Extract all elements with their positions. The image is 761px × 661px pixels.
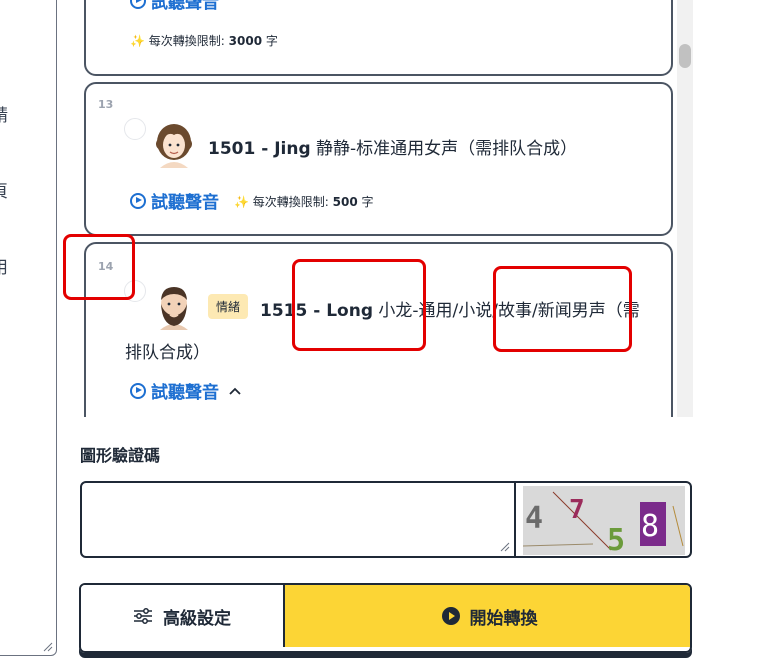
sparkle-icon: ✨	[234, 195, 249, 209]
play-icon	[130, 0, 146, 9]
scrollbar-thumb[interactable]	[679, 44, 691, 68]
resize-handle-icon[interactable]	[43, 642, 53, 652]
annotation-box	[63, 234, 135, 300]
resize-handle-icon[interactable]	[500, 542, 510, 552]
captcha-char: 7	[569, 495, 585, 525]
sparkle-icon: ✨	[130, 34, 145, 48]
voice-title-continued: 排队合成）	[125, 343, 210, 363]
text-fragment: 頁	[0, 177, 8, 202]
annotation-box	[493, 266, 632, 352]
listen-label: 試聽聲音	[151, 0, 219, 13]
voice-card[interactable]: 13 1501 - Jing 静静-标准通用女声（需排队合成） 試聽聲音 ✨ 每…	[84, 82, 673, 236]
play-icon	[441, 607, 460, 625]
captcha-char: 8	[641, 509, 659, 544]
list-bottom-mask	[70, 417, 710, 437]
captcha-label: 圖形驗證碼	[80, 446, 161, 465]
captcha-char: 5	[607, 523, 625, 555]
start-convert-label: 開始轉換	[469, 608, 538, 629]
play-icon	[130, 382, 146, 399]
female-avatar-icon	[156, 124, 192, 168]
sliders-icon	[134, 608, 152, 624]
text-fragment: 請	[0, 101, 8, 126]
listen-label: 試聽聲音	[151, 383, 219, 403]
voice-radio[interactable]	[124, 118, 146, 140]
chevron-up-icon[interactable]	[228, 386, 242, 396]
voice-title: 1501 - Jing 静静-标准通用女声（需排队合成）	[208, 139, 578, 159]
card-number: 13	[98, 98, 114, 111]
captcha-char: 4	[525, 501, 543, 536]
voice-card[interactable]: 試聽聲音 ✨ 每次轉換限制: 3000 字	[84, 0, 673, 76]
male-avatar-icon	[160, 287, 188, 330]
play-icon	[130, 192, 146, 209]
listen-button[interactable]: 試聽聲音	[130, 188, 219, 213]
advanced-settings-button[interactable]: 高級設定	[81, 585, 285, 647]
listen-button[interactable]: 試聽聲音	[130, 378, 242, 403]
limit-text: ✨ 每次轉換限制: 500 字	[234, 195, 374, 209]
text-fragment: 用	[0, 253, 8, 278]
captcha-input[interactable]	[80, 481, 516, 558]
limit-text: ✨ 每次轉換限制: 3000 字	[130, 34, 278, 48]
captcha-image[interactable]: 4 7 5 8	[516, 481, 692, 558]
annotation-box	[292, 259, 426, 351]
action-bar: 高級設定 開始轉換	[79, 583, 692, 653]
text-input-area[interactable]: 請 頁 用	[0, 0, 57, 656]
start-convert-button[interactable]: 開始轉換	[285, 585, 690, 647]
listen-label: 試聽聲音	[151, 193, 219, 213]
emotion-badge: 情緒	[208, 294, 249, 319]
listen-button[interactable]: 試聽聲音	[130, 0, 219, 13]
advanced-settings-label: 高級設定	[163, 608, 231, 629]
